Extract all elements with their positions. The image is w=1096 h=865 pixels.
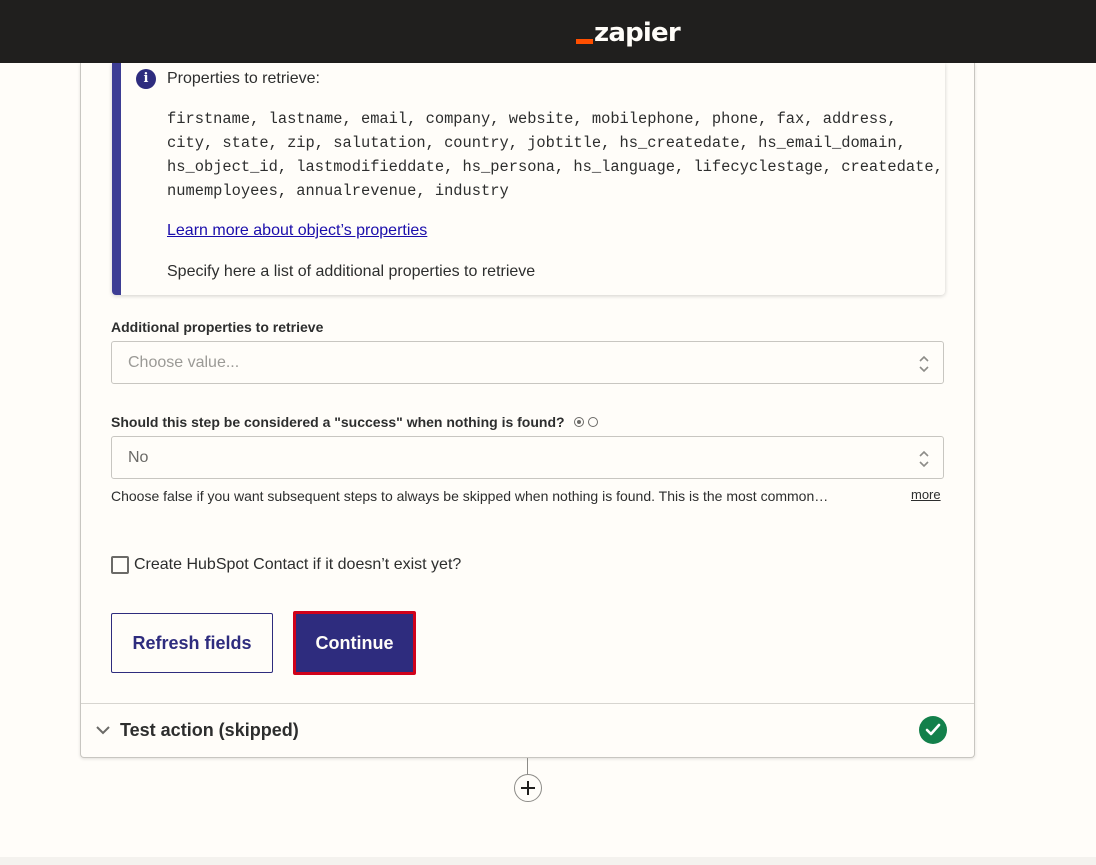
chevron-updown-icon	[919, 450, 929, 468]
success-help-text: Choose false if you want subsequent step…	[111, 488, 829, 504]
chevron-updown-icon	[919, 355, 929, 373]
logo-accent-bar	[576, 39, 593, 44]
plus-icon	[521, 781, 535, 795]
learn-more-link[interactable]: Learn more about object’s properties	[167, 222, 427, 240]
test-action-section[interactable]: Test action (skipped)	[81, 704, 974, 758]
success-select[interactable]: No	[111, 436, 944, 479]
chevron-down-icon	[96, 726, 110, 735]
additional-properties-label: Additional properties to retrieve	[111, 319, 324, 335]
additional-properties-select[interactable]: Choose value...	[111, 341, 944, 384]
properties-info-box: i Properties to retrieve: firstname, las…	[112, 63, 945, 295]
action-config-card: i Properties to retrieve: firstname, las…	[80, 63, 975, 758]
create-contact-checkbox[interactable]	[111, 556, 129, 574]
zapier-logo[interactable]: zapier	[576, 14, 681, 48]
refresh-fields-button[interactable]: Refresh fields	[111, 613, 273, 673]
top-bar: zapier	[0, 0, 1096, 63]
more-link[interactable]: more	[911, 487, 941, 502]
radio-option-selected[interactable]	[574, 417, 584, 427]
logo-text: zapier	[594, 18, 681, 48]
test-action-label: Test action (skipped)	[120, 720, 299, 740]
info-icon: i	[136, 69, 156, 89]
success-field-label: Should this step be considered a "succes…	[111, 414, 565, 430]
check-circle-icon	[919, 716, 947, 744]
info-title: Properties to retrieve:	[167, 70, 320, 87]
add-step-button[interactable]	[514, 774, 542, 802]
radio-option[interactable]	[588, 417, 598, 427]
info-description: Specify here a list of additional proper…	[167, 263, 536, 280]
additional-properties-placeholder: Choose value...	[128, 354, 240, 371]
step-connector	[527, 758, 528, 775]
bottom-strip	[0, 857, 1096, 865]
success-radio-group	[574, 417, 598, 427]
properties-list: firstname, lastname, email, company, web…	[167, 110, 943, 200]
create-contact-label: Create HubSpot Contact if it doesn’t exi…	[134, 556, 462, 573]
success-select-value: No	[128, 449, 149, 466]
continue-button[interactable]: Continue	[293, 611, 416, 675]
